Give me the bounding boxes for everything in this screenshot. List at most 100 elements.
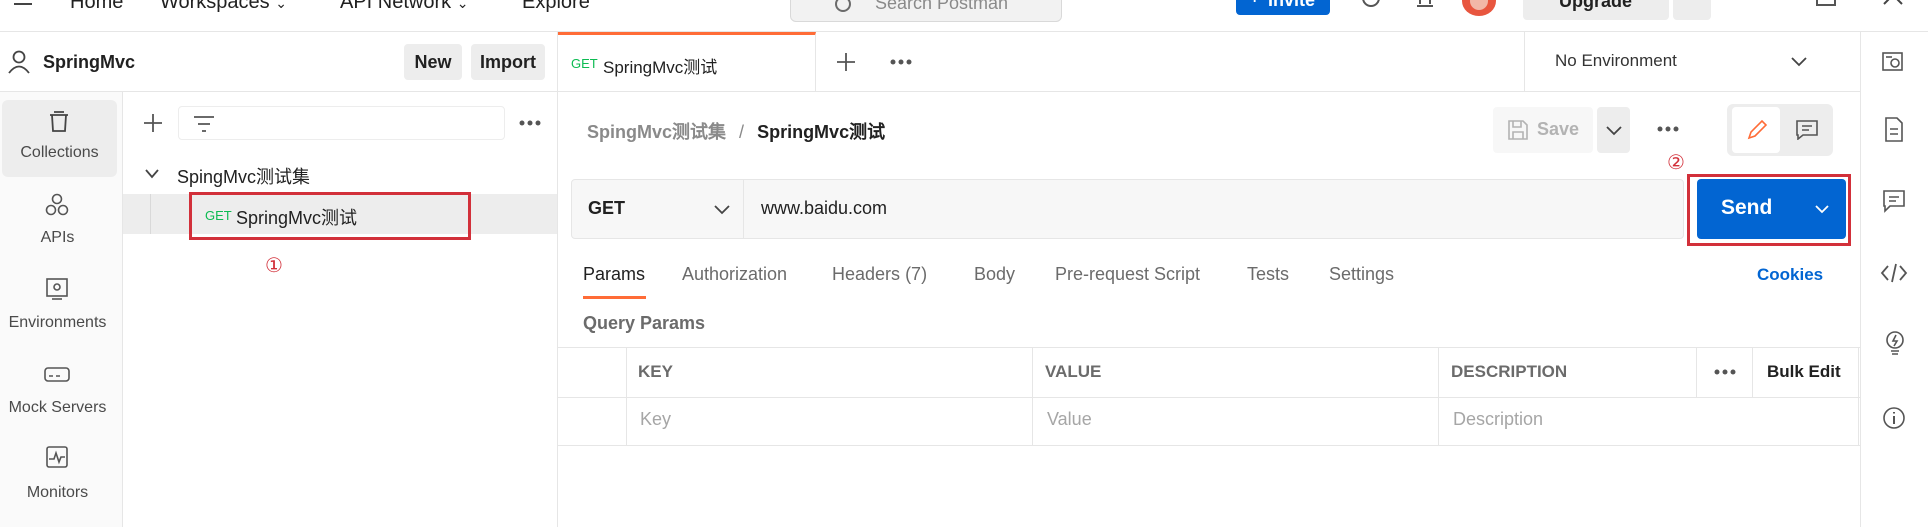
- filter-input[interactable]: [178, 106, 505, 140]
- nav-api-network-label: API Network: [340, 0, 452, 13]
- table-header-description: DESCRIPTION: [1451, 362, 1568, 381]
- chevron-down-icon: [145, 169, 159, 179]
- comments-icon[interactable]: [1882, 189, 1906, 213]
- description-input[interactable]: Description: [1453, 409, 1543, 430]
- plus-icon: [837, 53, 855, 71]
- collection-item[interactable]: SpingMvc测试集: [143, 160, 563, 188]
- environment-label: No Environment: [1555, 51, 1677, 70]
- search-input[interactable]: Search Postman: [790, 0, 1062, 22]
- breadcrumb-parent[interactable]: SpingMvc测试集: [587, 122, 726, 142]
- sidebar-item-monitors[interactable]: Monitors: [0, 440, 115, 510]
- save-button[interactable]: Save: [1493, 107, 1593, 153]
- nav-api-network[interactable]: API Network ⌄: [340, 0, 468, 14]
- save-label: Save: [1537, 119, 1580, 139]
- new-button[interactable]: New: [404, 44, 462, 80]
- environment-selector[interactable]: No Environment: [1524, 32, 1860, 92]
- sidebar-item-environments[interactable]: Environments: [0, 270, 115, 340]
- settings-icon[interactable]: [1356, 0, 1386, 14]
- comment-icon: [1796, 120, 1818, 140]
- add-user-icon: +: [1250, 0, 1259, 8]
- nav-workspaces[interactable]: Workspaces ⌄: [160, 0, 287, 14]
- documentation-icon[interactable]: [1884, 117, 1904, 143]
- tab-headers-label: Headers: [832, 264, 901, 284]
- tab-authorization[interactable]: Authorization: [682, 264, 787, 285]
- table-col-divider: [1438, 347, 1439, 446]
- send-label: Send: [1721, 196, 1773, 219]
- code-icon[interactable]: [1880, 262, 1908, 284]
- nav-explore[interactable]: Explore: [522, 0, 590, 14]
- environments-icon: [46, 278, 68, 300]
- upgrade-button[interactable]: Upgrade: [1523, 0, 1669, 20]
- invite-button[interactable]: + Invite: [1236, 0, 1330, 15]
- table-col-divider: [1696, 347, 1697, 397]
- upgrade-label: Upgrade: [1559, 0, 1633, 11]
- edit-mode-button[interactable]: [1732, 107, 1780, 153]
- monitors-icon: [46, 446, 68, 468]
- tab-params[interactable]: Params: [583, 264, 645, 285]
- apis-icon: [45, 193, 69, 216]
- cookies-link[interactable]: Cookies: [1757, 265, 1823, 285]
- active-tab-indicator: [583, 296, 646, 299]
- query-params-title: Query Params: [583, 313, 706, 333]
- tabs-more-icon[interactable]: [889, 56, 913, 68]
- chevron-down-icon: [1791, 57, 1807, 67]
- table-header-key: KEY: [638, 362, 673, 381]
- tab-pre-request-script[interactable]: Pre-request Script: [1055, 264, 1200, 285]
- collections-icon: [50, 111, 68, 132]
- new-tab-button[interactable]: [836, 52, 856, 72]
- filter-icon: [194, 116, 214, 132]
- value-input[interactable]: Value: [1047, 409, 1092, 430]
- maximize-icon[interactable]: [1816, 0, 1836, 6]
- info-icon[interactable]: [1882, 406, 1906, 430]
- request-name: SpringMvc测试: [236, 208, 358, 228]
- tab-body[interactable]: Body: [974, 264, 1015, 285]
- upgrade-menu-button[interactable]: [1673, 0, 1711, 20]
- tab-label: SpringMvc测试: [603, 58, 718, 77]
- sidebar-item-label: Mock Servers: [8, 399, 107, 416]
- send-button[interactable]: Send: [1697, 179, 1846, 239]
- search-placeholder: Search Postman: [875, 0, 1009, 13]
- tab-headers[interactable]: Headers (7): [832, 264, 927, 285]
- chevron-down-icon: ⌄: [275, 0, 287, 11]
- nav-home[interactable]: Home: [70, 0, 123, 14]
- breadcrumb-current[interactable]: SpringMvc测试: [757, 122, 885, 142]
- table-more-icon[interactable]: [1713, 366, 1737, 378]
- save-options-button[interactable]: [1597, 107, 1630, 153]
- table-col-divider: [626, 347, 627, 446]
- method-select[interactable]: GET: [572, 180, 744, 238]
- user-icon: [8, 50, 30, 74]
- mock-servers-icon: [44, 367, 70, 382]
- import-button[interactable]: Import: [471, 44, 545, 80]
- headers-count: (7): [905, 264, 928, 284]
- sidebar-item-label: Environments: [8, 314, 107, 331]
- chevron-down-icon: [1606, 126, 1622, 136]
- tab-settings[interactable]: Settings: [1329, 264, 1394, 285]
- key-input[interactable]: Key: [640, 409, 671, 430]
- sidebar-item-collections[interactable]: Collections: [2, 100, 117, 177]
- collection-tree: [123, 92, 558, 527]
- breadcrumb-separator: /: [739, 122, 745, 142]
- invite-label: Invite: [1268, 0, 1316, 10]
- tab-springmvc[interactable]: GET SpringMvc测试: [558, 32, 816, 92]
- sidebar-item-mock-servers[interactable]: Mock Servers: [0, 355, 115, 425]
- lightbulb-icon[interactable]: [1884, 330, 1906, 356]
- close-icon[interactable]: [1882, 0, 1904, 8]
- environment-quick-look-icon[interactable]: [1881, 50, 1905, 74]
- table-border-top: [558, 347, 1860, 348]
- tab-tests[interactable]: Tests: [1247, 264, 1289, 285]
- url-input[interactable]: www.baidu.com: [744, 180, 1683, 238]
- url-value: www.baidu.com: [761, 198, 888, 218]
- comment-mode-button[interactable]: [1784, 107, 1828, 153]
- annotation-label-2: ②: [1667, 152, 1685, 174]
- tree-indent-line: [150, 194, 151, 234]
- add-collection-button[interactable]: [143, 113, 163, 133]
- search-icon: [835, 0, 851, 12]
- bell-icon[interactable]: [1412, 0, 1438, 14]
- nav-workspaces-label: Workspaces: [160, 0, 270, 13]
- sidebar-item-apis[interactable]: APIs: [0, 185, 115, 255]
- request-more-icon[interactable]: [1656, 123, 1680, 135]
- menu-icon[interactable]: [14, 0, 32, 9]
- more-options-icon[interactable]: [518, 117, 542, 129]
- table-col-divider: [1858, 347, 1859, 446]
- bulk-edit-button[interactable]: Bulk Edit: [1767, 362, 1841, 382]
